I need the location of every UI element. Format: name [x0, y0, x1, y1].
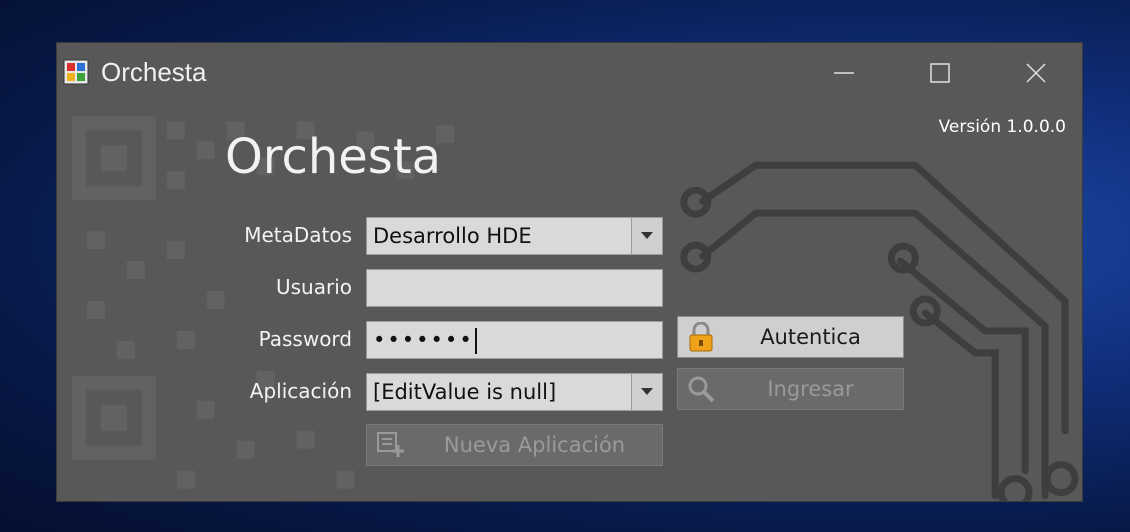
title-bar[interactable]: Orchesta [57, 43, 1082, 101]
aplicacion-label: Aplicación [249, 379, 352, 403]
password-mask: ••••••• [373, 328, 474, 352]
ingresar-label: Ingresar [767, 377, 854, 401]
usuario-label: Usuario [275, 275, 352, 299]
chevron-down-icon [641, 388, 653, 395]
maximize-button[interactable] [912, 51, 968, 95]
minimize-button[interactable] [816, 51, 872, 95]
minimize-icon [834, 72, 854, 74]
close-button[interactable] [1008, 51, 1064, 95]
metadatos-label: MetaDatos [244, 223, 352, 247]
app-grid-icon [63, 59, 89, 85]
app-heading: Orchesta [225, 129, 442, 185]
lock-icon [689, 322, 713, 352]
nueva-aplicacion-button[interactable]: Nueva Aplicación [366, 424, 663, 466]
aplicacion-combo[interactable]: [EditValue is null] [366, 373, 663, 411]
add-app-icon [377, 432, 404, 457]
close-icon [1026, 63, 1046, 83]
autentica-label: Autentica [760, 325, 861, 349]
autentica-button[interactable]: Autentica [677, 316, 904, 358]
login-window: Orchesta Versión 1.0.0.0 Orchesta MetaDa… [56, 42, 1083, 502]
text-caret [474, 328, 477, 354]
metadatos-combo[interactable]: Desarrollo HDE [366, 217, 663, 255]
chevron-down-icon [641, 232, 653, 239]
ingresar-button[interactable]: Ingresar [677, 368, 904, 410]
magnifier-icon [688, 376, 715, 403]
nueva-aplicacion-label: Nueva Aplicación [443, 433, 626, 457]
usuario-input[interactable] [366, 269, 663, 307]
password-label: Password [258, 327, 352, 351]
metadatos-value: Desarrollo HDE [373, 224, 532, 248]
maximize-icon [930, 63, 950, 83]
aplicacion-value: [EditValue is null] [373, 380, 557, 404]
password-input[interactable]: ••••••• [366, 321, 663, 359]
window-title: Orchesta [101, 57, 207, 87]
aplicacion-dropdown-button[interactable] [631, 374, 662, 410]
version-label: Versión 1.0.0.0 [938, 117, 1066, 137]
metadatos-dropdown-button[interactable] [631, 218, 662, 254]
